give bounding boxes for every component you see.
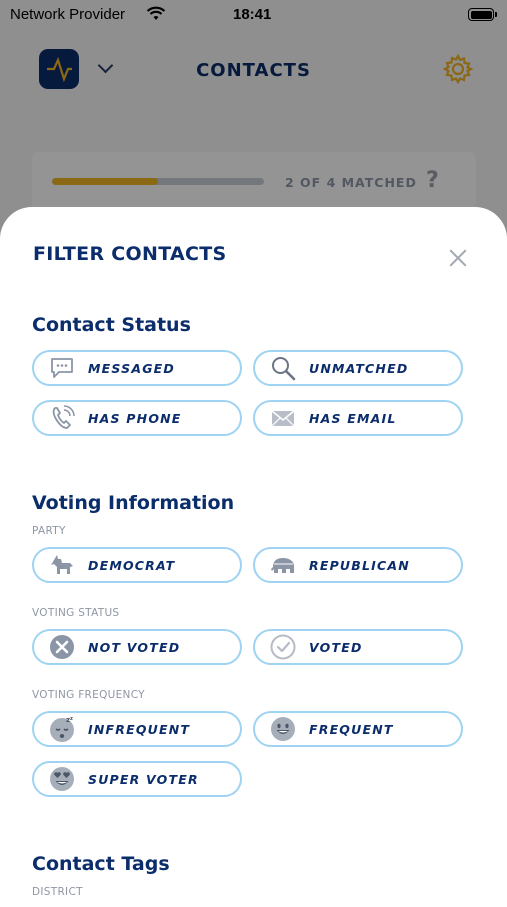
- section-contact-tags-title: Contact Tags: [32, 853, 170, 875]
- magnifier-icon: [269, 354, 297, 382]
- chip-label: VOTED: [309, 639, 363, 655]
- check-circle-icon: [269, 633, 297, 661]
- chip-label: DEMOCRAT: [88, 557, 176, 573]
- sleepy-face-icon: z z: [48, 715, 76, 743]
- smile-face-icon: [269, 715, 297, 743]
- chip-label: MESSAGED: [88, 360, 175, 376]
- filter-chip-frequent[interactable]: FREQUENT: [253, 711, 463, 747]
- filter-chip-infrequent[interactable]: z z INFREQUENT: [32, 711, 242, 747]
- filter-chip-voted[interactable]: VOTED: [253, 629, 463, 665]
- voting-frequency-label: VOTING FREQUENCY: [32, 689, 145, 701]
- chip-label: HAS PHONE: [88, 410, 182, 426]
- filter-chip-has-phone[interactable]: HAS PHONE: [32, 400, 242, 436]
- sheet-title: FILTER CONTACTS: [33, 243, 227, 265]
- chip-label: REPUBLICAN: [309, 557, 410, 573]
- heart-eyes-face-icon: [48, 765, 76, 793]
- filter-chip-republican[interactable]: REPUBLICAN: [253, 547, 463, 583]
- phone-icon: [48, 404, 76, 432]
- close-icon[interactable]: [449, 249, 467, 267]
- chip-label: UNMATCHED: [309, 360, 409, 376]
- section-contact-status-title: Contact Status: [32, 314, 191, 336]
- voting-status-label: VOTING STATUS: [32, 607, 120, 619]
- svg-text:z: z: [70, 716, 73, 722]
- district-label: DISTRICT: [32, 886, 83, 898]
- filter-chip-unmatched[interactable]: UNMATCHED: [253, 350, 463, 386]
- envelope-icon: [269, 404, 297, 432]
- filter-chip-messaged[interactable]: MESSAGED: [32, 350, 242, 386]
- filter-chip-democrat[interactable]: DEMOCRAT: [32, 547, 242, 583]
- party-label: PARTY: [32, 525, 66, 537]
- donkey-icon: [48, 551, 76, 579]
- filter-chip-super-voter[interactable]: SUPER VOTER: [32, 761, 242, 797]
- speech-bubble-icon: [48, 354, 76, 382]
- filter-chip-not-voted[interactable]: NOT VOTED: [32, 629, 242, 665]
- section-voting-information-title: Voting Information: [32, 492, 235, 514]
- elephant-icon: [269, 551, 297, 579]
- x-circle-icon: [48, 633, 76, 661]
- chip-label: SUPER VOTER: [88, 771, 199, 787]
- filter-chip-has-email[interactable]: HAS EMAIL: [253, 400, 463, 436]
- chip-label: FREQUENT: [309, 721, 394, 737]
- chip-label: HAS EMAIL: [309, 410, 397, 426]
- chip-label: NOT VOTED: [88, 639, 181, 655]
- chip-label: INFREQUENT: [88, 721, 191, 737]
